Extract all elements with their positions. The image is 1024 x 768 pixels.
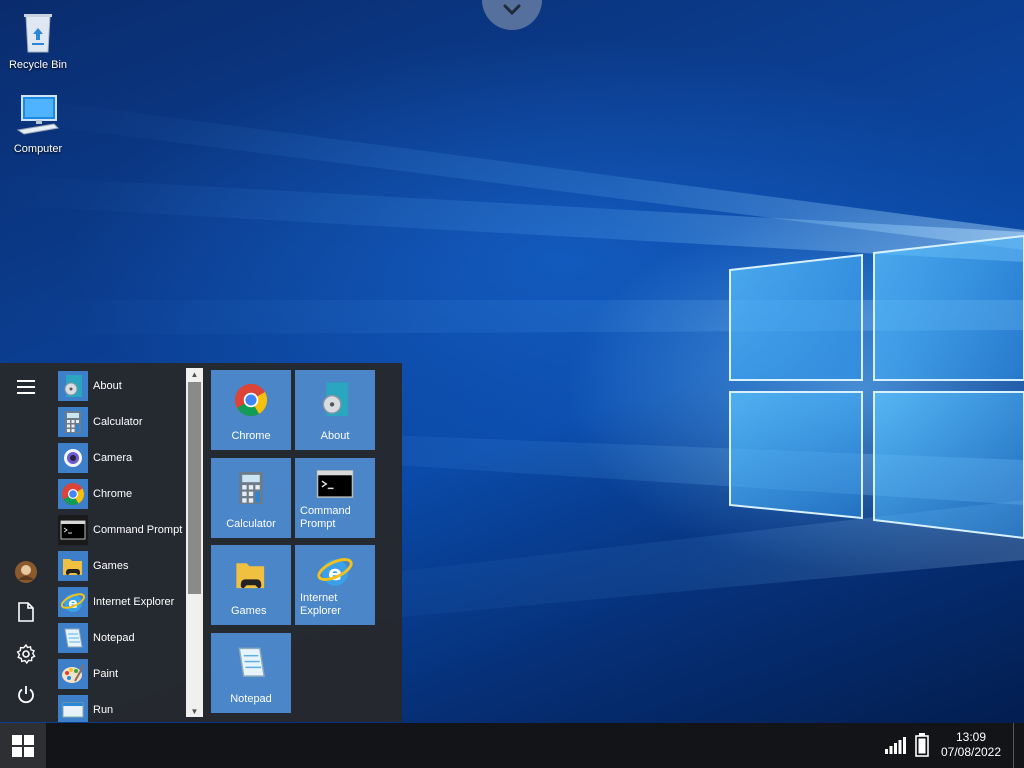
app-list-item-label: About [93,380,122,392]
app-list-item-label: Camera [93,452,133,464]
app-list-item-command-prompt[interactable]: Command Prompt [58,514,186,546]
start-menu: About Calculator Camera Chrome Command P… [0,363,402,722]
app-list-item-internet-explorer[interactable]: e Internet Explorer [58,586,186,618]
documents-button[interactable] [10,596,42,628]
tile-internet-explorer[interactable]: e Internet Explorer [295,545,375,625]
internet-explorer-icon: e [58,587,88,617]
app-list-item-games[interactable]: Games [58,550,186,582]
about-icon [58,371,88,401]
tile-command-prompt[interactable]: Command Prompt [295,458,375,538]
power-button[interactable] [10,679,42,711]
signal-icon [885,737,906,754]
app-list-item-run[interactable]: Run [58,694,186,722]
app-list: About Calculator Camera Chrome Command P… [52,363,186,722]
network-status-button[interactable] [885,736,907,759]
desktop-icon-recycle-bin[interactable]: Recycle Bin [0,8,76,71]
document-icon [18,602,34,622]
app-list-item-label: Paint [93,668,119,680]
tile-games[interactable]: Games [211,545,291,625]
app-list-item-label: Internet Explorer [93,596,175,608]
chrome-icon [231,380,271,420]
tile-label: Notepad [230,693,272,705]
app-list-item-label: Calculator [93,416,143,428]
app-list-item-label: Run [93,704,114,716]
app-list-item-paint[interactable]: Paint [58,658,186,690]
app-list-item-camera[interactable]: Camera [58,442,186,474]
tile-about[interactable]: About [295,370,375,450]
run-icon [58,695,88,722]
internet-explorer-icon: e [315,551,355,591]
app-list-scrollbar[interactable]: ▲ ▼ [186,368,203,717]
tile-chrome[interactable]: Chrome [211,370,291,450]
windows-logo-icon [12,734,34,757]
tile-label: Internet Explorer [300,592,341,617]
scroll-up-arrow[interactable]: ▲ [186,368,203,380]
app-list-item-label: Command Prompt [93,524,183,536]
tile-notepad[interactable]: Notepad [211,633,291,713]
scroll-down-arrow[interactable]: ▼ [186,705,203,717]
calculator-icon [231,468,271,508]
desktop-icon-label: Recycle Bin [8,59,68,71]
gear-icon [16,644,36,664]
battery-icon [915,733,929,757]
tile-label: Chrome [231,430,271,442]
start-menu-rail [0,363,52,722]
app-list-item-notepad[interactable]: Notepad [58,622,186,654]
tile-label: About [320,430,350,442]
games-icon [231,555,271,595]
battery-status-button[interactable] [915,733,929,762]
tile-calculator[interactable]: Calculator [211,458,291,538]
about-icon [315,380,355,420]
notepad-icon [58,623,88,653]
app-list-item-about[interactable]: About [58,370,186,402]
clock-time: 13:09 [955,730,987,744]
start-button[interactable] [0,723,46,768]
paint-icon [58,659,88,689]
app-list-item-label: Chrome [93,488,133,500]
tile-label: Calculator [226,518,276,530]
hamburger-icon [17,380,35,394]
power-icon [18,686,34,704]
clock-date: 07/08/2022 [940,745,1002,759]
app-list-item-calculator[interactable]: Calculator [58,406,186,438]
calculator-icon [58,407,88,437]
command-prompt-icon [58,515,88,545]
desktop-icon-label: Computer [13,143,63,155]
avatar [15,561,37,583]
expand-menu-button[interactable] [10,371,42,403]
app-list-item-chrome[interactable]: Chrome [58,478,186,510]
command-prompt-icon [315,464,355,504]
games-icon [58,551,88,581]
show-desktop-button[interactable] [1013,723,1014,768]
chrome-icon [58,479,88,509]
taskbar-clock[interactable]: 13:09 07/08/2022 [936,730,1006,760]
scroll-thumb[interactable] [188,382,201,594]
settings-button[interactable] [10,638,42,670]
chevron-down-icon [503,4,521,16]
computer-icon [16,95,60,135]
app-list-item-label: Notepad [93,632,135,644]
desktop-icon-computer[interactable]: Computer [0,92,76,155]
user-account-button[interactable] [10,556,42,588]
tile-label: Games [231,605,267,617]
camera-icon [58,443,88,473]
app-list-item-label: Games [93,560,129,572]
recycle-bin-icon [24,14,52,53]
notepad-icon [231,643,271,683]
tile-label: Command Prompt [300,505,351,530]
taskbar: 13:09 07/08/2022 [0,723,1024,768]
